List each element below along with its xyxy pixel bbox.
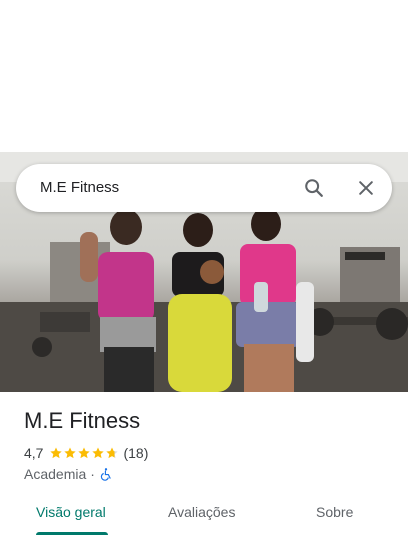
- place-title: M.E Fitness: [24, 408, 141, 433]
- category-row: Academia ·: [24, 465, 113, 483]
- tab-overview[interactable]: Visão geral: [36, 504, 106, 520]
- search-bar[interactable]: M.E Fitness: [16, 164, 392, 212]
- search-input[interactable]: M.E Fitness: [40, 179, 119, 196]
- category-label: Academia: [24, 466, 87, 482]
- star-icon: [50, 447, 63, 459]
- tab-bar: Visão geral Avaliações Sobre: [0, 496, 408, 540]
- rating-value: 4,7: [24, 445, 44, 461]
- rating-row[interactable]: 4,7 (18): [24, 444, 148, 462]
- wheelchair-icon: [100, 468, 111, 481]
- tab-reviews[interactable]: Avaliações: [168, 504, 235, 520]
- star-half-icon: [106, 447, 119, 459]
- rating-stars: [49, 446, 119, 460]
- active-tab-indicator: [36, 532, 108, 535]
- star-icon: [92, 447, 105, 459]
- map-blank-area: [0, 0, 408, 152]
- tab-about[interactable]: Sobre: [316, 504, 353, 520]
- search-icon[interactable]: [302, 176, 326, 200]
- star-icon: [78, 447, 91, 459]
- close-icon[interactable]: [354, 176, 378, 200]
- star-icon: [64, 447, 77, 459]
- separator-dot: ·: [90, 466, 95, 482]
- review-count[interactable]: (18): [123, 445, 148, 461]
